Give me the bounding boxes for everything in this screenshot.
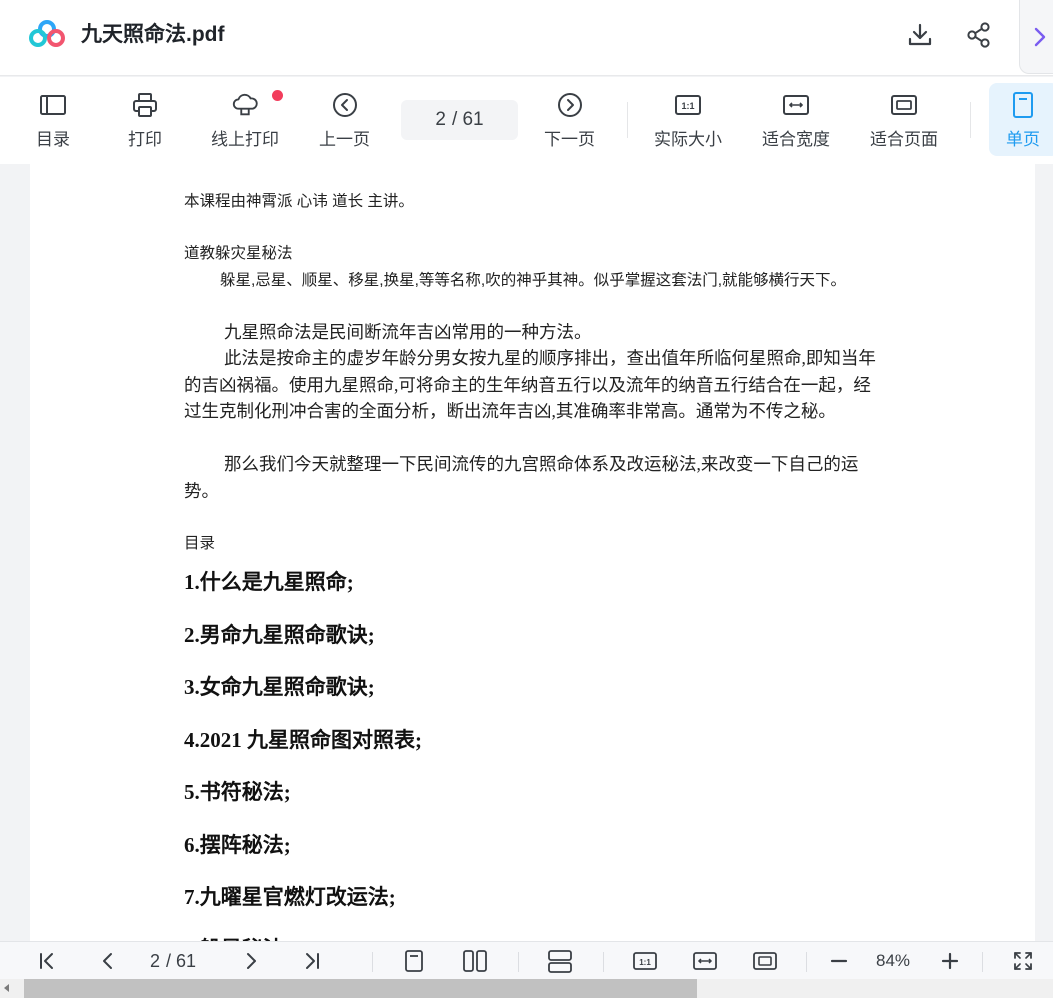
fit-page-small-button[interactable] (750, 946, 780, 976)
plus-icon (941, 952, 959, 970)
last-page-button[interactable] (299, 946, 325, 976)
toc-item: 1.什么是九星照命; (184, 570, 354, 594)
share-button[interactable] (964, 20, 994, 50)
fit-page-label: 适合页面 (870, 130, 938, 149)
toc-item: 3.女命九星照命歌诀; (184, 675, 375, 699)
toc-item: 6.摆阵秘法; (184, 833, 291, 857)
last-page-icon (306, 953, 319, 969)
prev-page-label: 上一页 (319, 130, 370, 149)
next-page-label: 下一页 (544, 130, 595, 149)
bottom-current-page: 2 (150, 950, 161, 971)
chevron-left-icon (103, 953, 112, 969)
bottom-divider (372, 952, 373, 972)
bottom-divider (806, 952, 807, 972)
page-number-input[interactable]: 2 / 61 (401, 100, 518, 140)
horizontal-scrollbar[interactable] (0, 979, 1053, 998)
paragraph-3: 此法是按命主的虚岁年龄分男女按九星的顺序排出，查出值年所临何星照命,即知当年的吉… (184, 348, 876, 422)
printer-icon (131, 91, 159, 119)
bottom-total-pages: / 61 (166, 950, 197, 971)
actual-size-small-button[interactable]: 1:1 (630, 946, 660, 976)
minus-icon (830, 959, 848, 963)
section-heading: 道教躲灾星秘法 (184, 245, 293, 262)
paragraph-4: 那么我们今天就整理一下民间流传的九宫照命体系及改运秘法,来改变一下自己的运势。 (184, 454, 859, 501)
first-page-button[interactable] (34, 946, 60, 976)
paragraph-1: 躲星,忌星、顺星、移星,换星,等等名称,吹的神乎其神。似乎掌握这套法门,就能够横… (220, 272, 847, 289)
fit-width-button[interactable]: 适合宽度 (762, 89, 830, 153)
panel-toggle-button[interactable] (1019, 0, 1053, 74)
toc-item: 4.2021 九星照命图对照表; (184, 728, 422, 752)
single-page-button[interactable]: 单页 (1006, 89, 1040, 153)
download-icon (908, 23, 932, 46)
toc-clip: 8.躲星秘法 (0, 931, 1053, 941)
arrow-right-circle-icon (556, 91, 584, 119)
actual-size-label: 实际大小 (654, 130, 722, 149)
svg-text:1:1: 1:1 (681, 101, 694, 111)
bottom-divider (603, 952, 604, 972)
fullscreen-icon (1014, 952, 1032, 970)
double-page-view-button[interactable] (460, 946, 490, 976)
fit-page-icon (890, 91, 918, 119)
notification-badge (272, 90, 283, 101)
single-page-view-button[interactable] (400, 946, 428, 976)
cloud-logo-icon (29, 20, 65, 47)
bottom-page-indicator[interactable]: 2 / 61 (150, 946, 196, 976)
single-page-icon (1009, 91, 1037, 119)
bottom-divider (518, 952, 519, 972)
toc-label: 目录 (36, 130, 70, 149)
fit-width-icon (693, 952, 717, 970)
arrow-left-circle-icon (331, 91, 359, 119)
toolbar-divider (627, 102, 628, 138)
actual-size-button[interactable]: 1:1 实际大小 (654, 89, 722, 153)
toc-title: 目录 (184, 535, 216, 552)
fit-width-label: 适合宽度 (762, 130, 830, 149)
scroll-left-arrow-icon[interactable] (4, 984, 9, 992)
fit-width-icon (782, 91, 810, 119)
svg-text:1:1: 1:1 (639, 958, 651, 967)
next-page-small-button[interactable] (238, 946, 264, 976)
toc-item: 8.躲星秘法 (184, 933, 284, 941)
toc-button[interactable]: 目录 (36, 89, 70, 153)
online-print-button[interactable]: 线上打印 (211, 89, 279, 153)
paragraph-2: 九星照命法是民间断流年吉凶常用的一种方法。 (224, 322, 592, 342)
fit-page-icon (753, 952, 777, 970)
toc-item: 5.书符秘法; (184, 780, 291, 804)
next-page-button[interactable]: 下一页 (544, 89, 595, 153)
toc-item: 2.男命九星照命歌诀; (184, 623, 375, 647)
title-bar: 九天照命法.pdf (0, 0, 1053, 76)
single-page-icon (405, 950, 423, 972)
bottom-divider (982, 952, 983, 972)
document-title: 九天照命法.pdf (81, 23, 225, 46)
download-button[interactable] (905, 20, 935, 50)
cloud-print-icon (231, 91, 259, 119)
actual-size-icon: 1:1 (633, 952, 657, 970)
toc-item: 7.九曜星官燃灯改运法; (184, 885, 396, 909)
print-label: 打印 (128, 130, 162, 149)
double-page-icon (463, 950, 487, 972)
fit-page-button[interactable]: 适合页面 (870, 89, 938, 153)
toolbar-divider (970, 102, 971, 138)
actual-size-icon: 1:1 (674, 91, 702, 119)
total-pages: / 61 (451, 109, 484, 130)
bottom-toolbar: 2 / 61 1:1 84% (0, 941, 1053, 979)
chevron-right-icon (247, 953, 256, 969)
sidebar-icon (39, 91, 67, 119)
continuous-scroll-button[interactable] (545, 946, 575, 976)
current-page: 2 (435, 109, 446, 130)
prev-page-small-button[interactable] (95, 946, 121, 976)
fit-width-small-button[interactable] (690, 946, 720, 976)
chevron-right-icon (1034, 27, 1045, 46)
zoom-out-button[interactable] (826, 946, 852, 976)
scrollbar-thumb[interactable] (24, 979, 697, 998)
first-page-icon (40, 953, 53, 969)
print-button[interactable]: 打印 (128, 89, 162, 153)
zoom-in-button[interactable] (937, 946, 963, 976)
prev-page-button[interactable]: 上一页 (319, 89, 370, 153)
share-icon (967, 22, 990, 48)
single-page-label: 单页 (1006, 130, 1040, 149)
fullscreen-button[interactable] (1009, 946, 1037, 976)
continuous-scroll-icon (548, 950, 572, 973)
online-print-label: 线上打印 (211, 130, 279, 149)
intro-line: 本课程由神霄派 心讳 道长 主讲。 (184, 193, 414, 210)
zoom-level[interactable]: 84% (876, 946, 910, 976)
